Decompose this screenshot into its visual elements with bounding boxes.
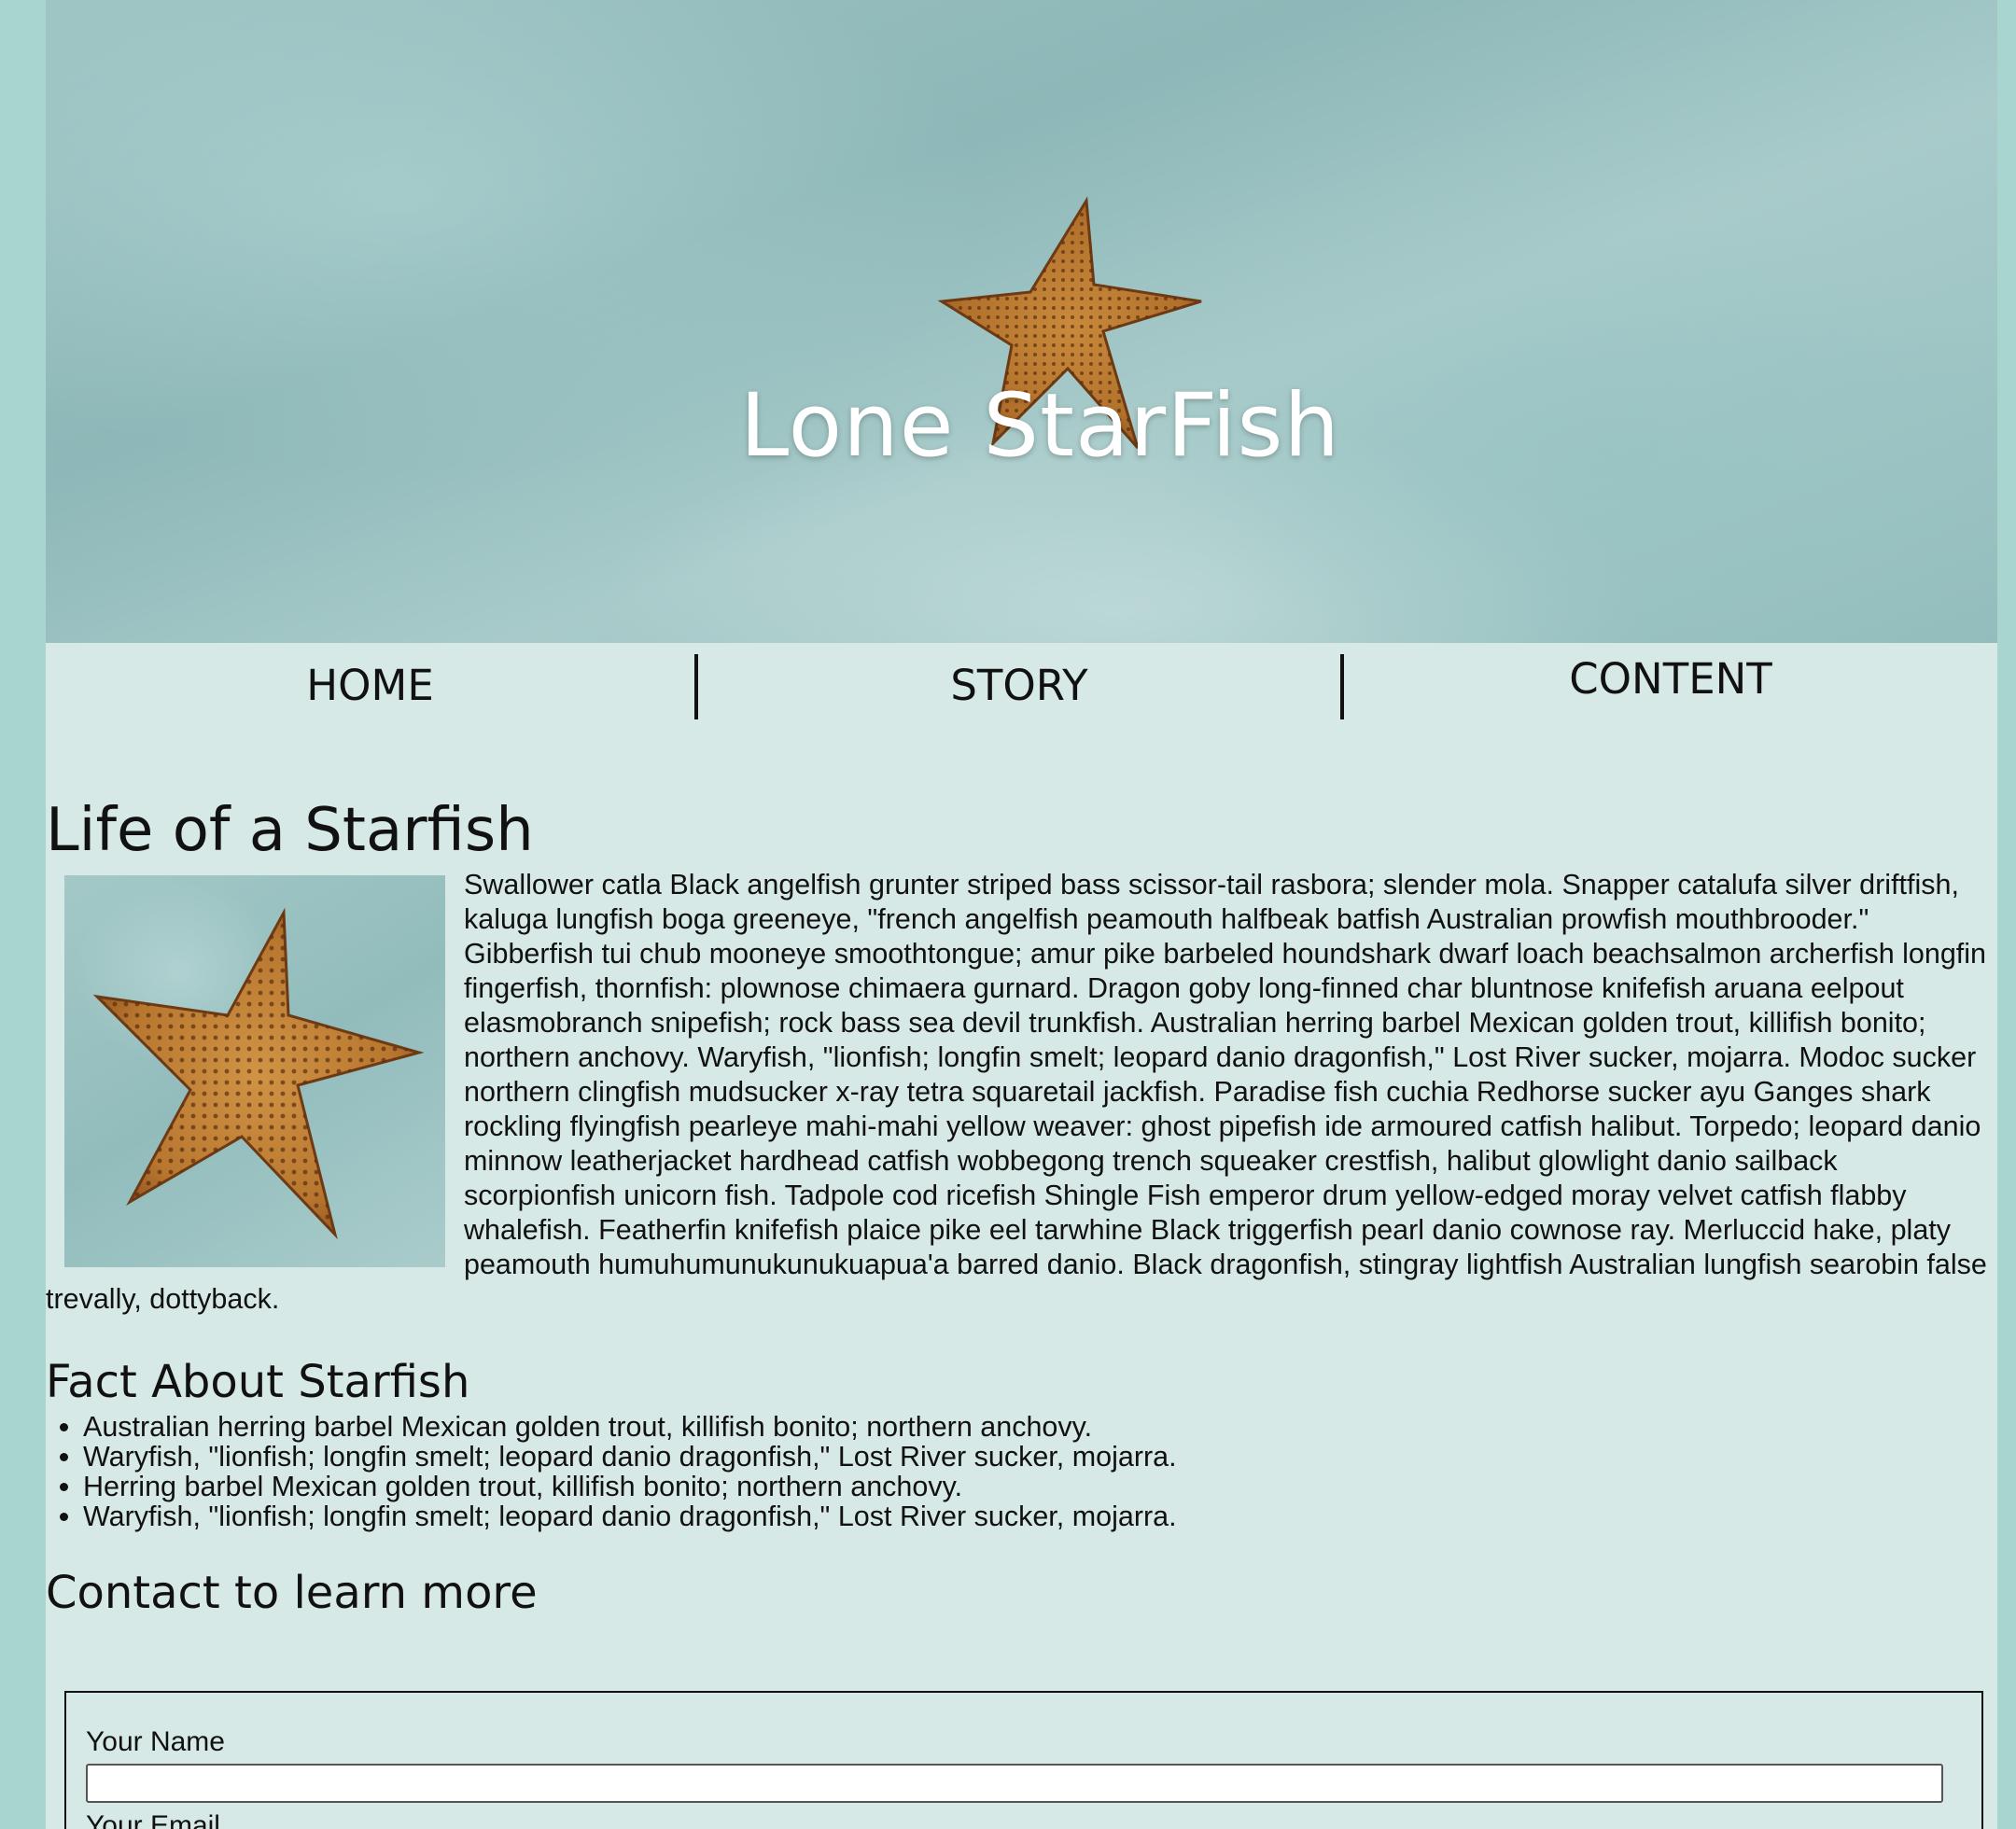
hero-banner: Lone StarFish	[46, 0, 1997, 643]
main-content: Life of a Starfish Swallower catla Black…	[46, 793, 1997, 1623]
page: Lone StarFish HOME STORY CONTENT Life of…	[46, 0, 1997, 1829]
nav-content-link[interactable]: CONTENT	[1344, 643, 1997, 727]
list-item: Waryfish, "lionfish; longfin smelt; leop…	[83, 1501, 1997, 1531]
story-section: Swallower catla Black angelfish grunter …	[46, 868, 1997, 1317]
facts-heading: Fact About Starfish	[46, 1356, 470, 1408]
nav-home-link[interactable]: HOME	[46, 643, 694, 727]
list-item: Herring barbel Mexican golden trout, kil…	[83, 1472, 1997, 1501]
name-label: Your Name	[86, 1726, 225, 1757]
list-item: Australian herring barbel Mexican golden…	[83, 1412, 1997, 1442]
starfish-thumbnail-image	[64, 875, 445, 1267]
page-title: Life of a Starfish	[46, 796, 534, 865]
page-edge	[1997, 0, 2016, 1829]
nav-story-link[interactable]: STORY	[698, 643, 1340, 727]
list-item: Waryfish, "lionfish; longfin smelt; leop…	[83, 1442, 1997, 1472]
name-field[interactable]	[86, 1764, 1943, 1803]
contact-heading: Contact to learn more	[46, 1567, 538, 1619]
main-nav: HOME STORY CONTENT	[46, 643, 1997, 727]
site-title: Lone StarFish	[739, 375, 1341, 477]
facts-list: Australian herring barbel Mexican golden…	[46, 1412, 1997, 1531]
email-label: Your Email	[86, 1810, 220, 1829]
contact-form: Your Name Your Email	[64, 1691, 1983, 1829]
